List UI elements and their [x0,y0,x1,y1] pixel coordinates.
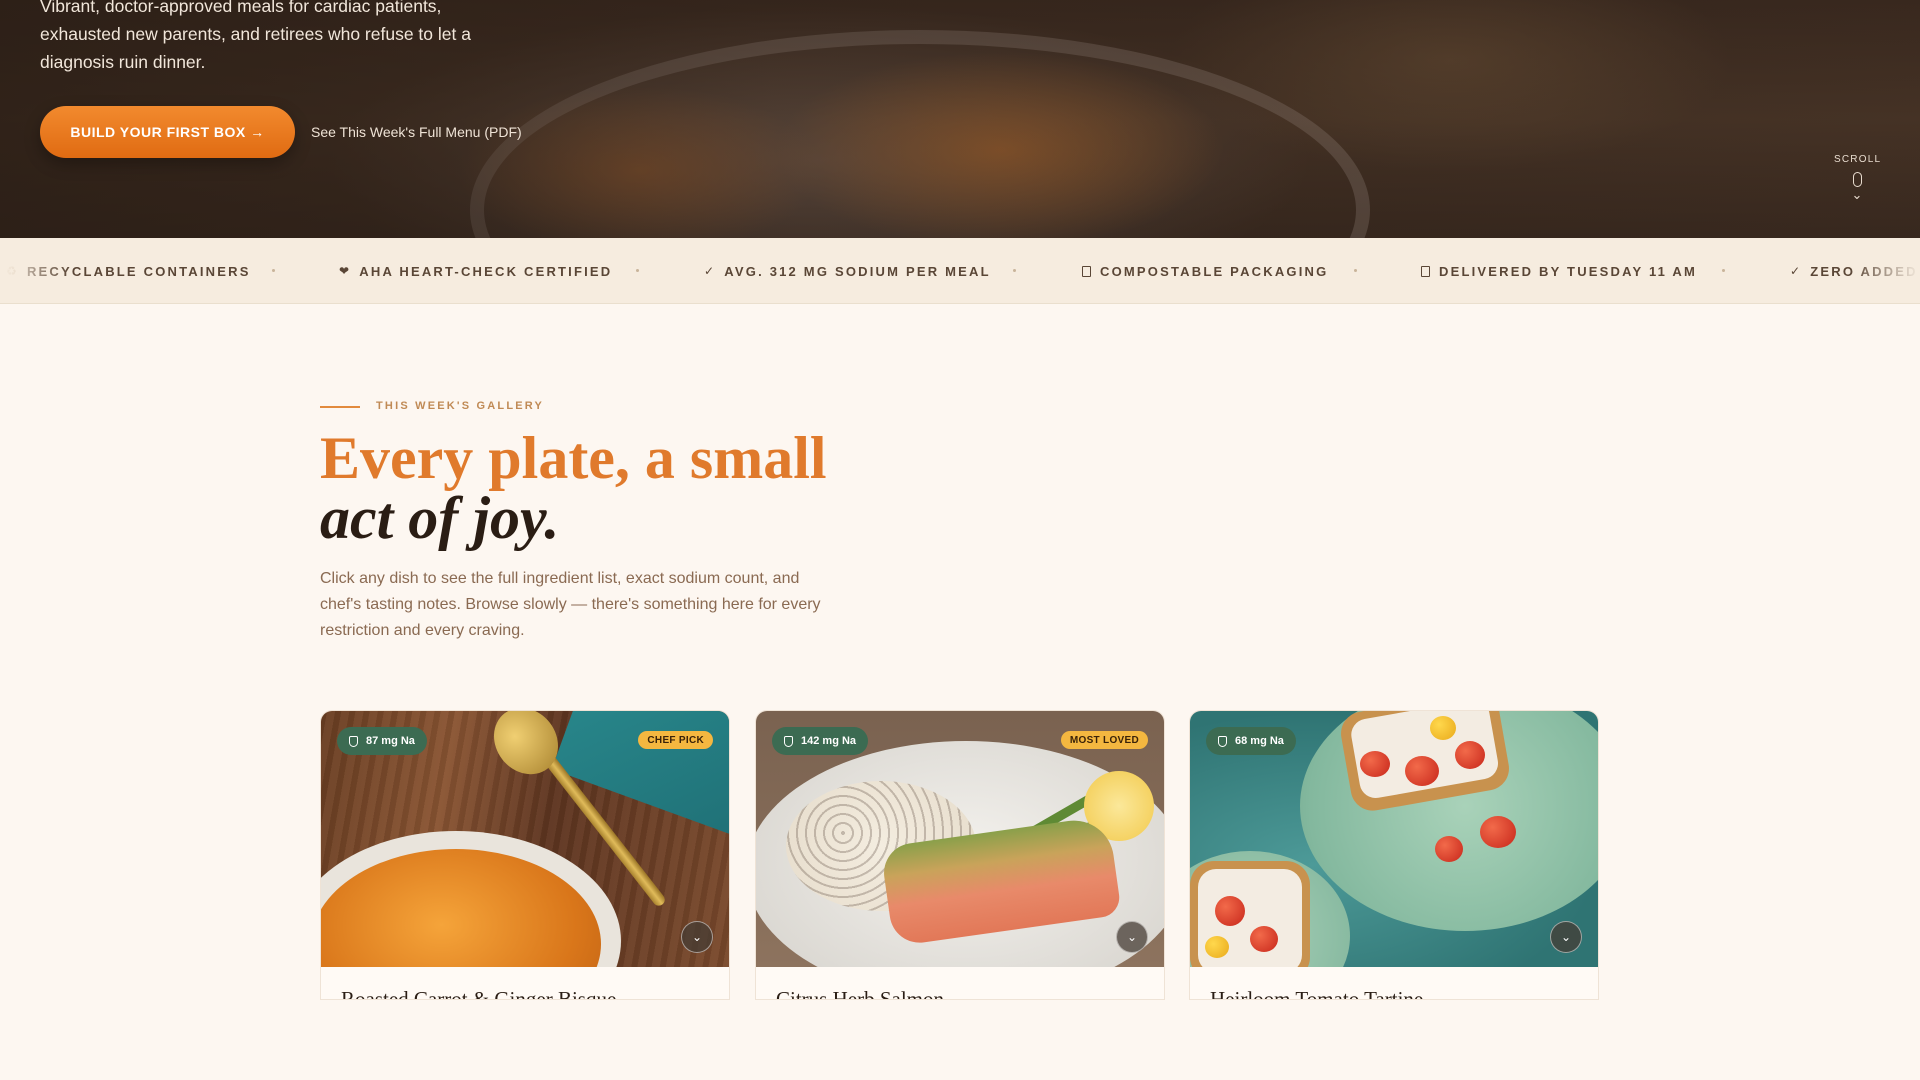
chevron-down-icon: ⌄ [691,930,703,944]
gallery-headline: Every plate, a small act of joy. [320,428,827,548]
dish-card[interactable]: 142 mg Na MOST LOVED ⌄ Citrus Herb Salmo… [755,710,1165,1000]
ticker-item: COMPOSTABLE PACKAGING [1082,238,1328,303]
scroll-indicator[interactable]: SCROLL ⌄ [1834,154,1880,201]
full-menu-pdf-link[interactable]: See This Week's Full Menu (PDF) [311,124,522,140]
dish-card[interactable]: 68 mg Na ⌄ Heirloom Tomato Tartine [1189,710,1599,1000]
headline-line-2: act of joy. [320,485,560,551]
chevron-down-icon: ⌄ [1126,930,1138,944]
shield-icon [784,735,793,747]
shield-icon [349,735,358,747]
expand-button[interactable]: ⌄ [1550,921,1582,953]
ticker-item: DELIVERED BY TUESDAY 11 AM [1421,238,1697,303]
sodium-badge: 87 mg Na [337,727,427,755]
headline-line-1: Every plate, a small [320,425,827,491]
expand-button[interactable]: ⌄ [681,921,713,953]
ticker-item: ✓ AVG. 312 MG SODIUM PER MEAL [704,263,991,279]
chef-pick-badge: CHEF PICK [638,731,713,749]
dish-image: 142 mg Na MOST LOVED ⌄ [756,711,1164,967]
trust-ticker: ♻ RECYCLABLE CONTAINERS ❤ AHA HEART-CHEC… [0,238,1920,304]
most-loved-badge: MOST LOVED [1060,731,1148,749]
dish-image: 68 mg Na ⌄ [1190,711,1598,967]
dish-image: 87 mg Na CHEF PICK ⌄ [321,711,729,967]
hero-section: Vibrant, doctor-approved meals for cardi… [0,0,1920,238]
dish-title: Heirloom Tomato Tartine [1210,987,1424,1000]
shield-icon [1218,735,1227,747]
chevron-down-icon: ⌄ [1560,930,1572,944]
heart-icon: ❤ [339,264,352,278]
hero-subtitle: Vibrant, doctor-approved meals for cardi… [40,0,471,72]
check-icon: ✓ [1790,264,1803,278]
box-icon [1082,265,1091,277]
gallery-intro: Click any dish to see the full ingredien… [320,570,821,639]
box-icon [1421,265,1430,277]
dish-card[interactable]: 87 mg Na CHEF PICK ⌄ Roasted Carrot & Gi… [320,710,730,1000]
dish-title: Citrus Herb Salmon [776,987,944,1000]
chevron-down-icon: ⌄ [1851,187,1863,202]
dish-title: Roasted Carrot & Ginger Bisque [341,987,617,1000]
check-icon: ✓ [704,264,717,278]
build-first-box-button[interactable]: BUILD YOUR FIRST BOX → [40,106,295,158]
ticker-item: ❤ AHA HEART-CHECK CERTIFIED [339,263,613,279]
sodium-badge: 142 mg Na [772,727,869,755]
sodium-badge: 68 mg Na [1206,727,1296,755]
mouse-icon [1852,172,1862,187]
section-eyebrow: THIS WEEK'S GALLERY [376,400,545,412]
expand-button[interactable]: ⌄ [1116,921,1148,953]
eyebrow-rule [320,406,360,408]
scroll-label: SCROLL [1834,154,1882,165]
